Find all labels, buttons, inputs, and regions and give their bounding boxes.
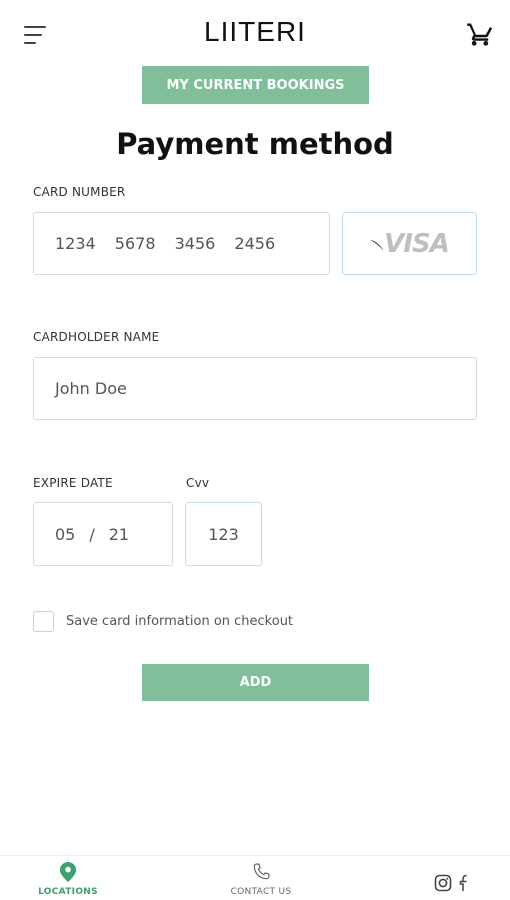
cvv-field[interactable]: 123 [185,502,262,566]
save-card-label: Save card information on checkout [66,614,294,629]
my-current-bookings-button[interactable]: MY CURRENT BOOKINGS [142,66,369,104]
instagram-icon[interactable] [434,874,452,896]
expire-date-label: EXPIRE DATE [33,476,113,490]
cvv-label: Cvv [186,476,210,490]
nav-locations[interactable]: LOCATIONS [30,862,106,897]
visa-logo: VISA [384,228,450,259]
location-pin-icon [60,862,76,886]
nav-locations-label: LOCATIONS [38,887,98,897]
brand-logo: LIITERI [204,16,306,47]
payment-method-screen: LIITERI MY CURRENT BOOKINGS Payment meth… [0,0,510,900]
phone-icon [251,863,271,886]
add-card-button[interactable]: ADD [142,664,369,701]
card-number-field[interactable]: 1234 5678 3456 2456 [33,212,330,275]
cardholder-name-label: CARDHOLDER NAME [33,330,160,344]
save-card-checkbox[interactable] [33,611,54,632]
card-brand-box: VISA [342,212,477,275]
shopping-cart-icon[interactable] [466,20,494,48]
social-links [434,874,470,896]
expire-separator: / [89,524,95,544]
app-header: LIITERI [0,0,510,60]
cardholder-name-field[interactable]: John Doe [33,357,477,420]
expire-date-field[interactable]: 05 / 21 [33,502,173,566]
card-number-label: CARD NUMBER [33,185,126,199]
nav-contact-label: CONTACT US [230,887,292,897]
expire-month: 05 [55,524,76,544]
nav-contact-us[interactable]: CONTACT US [222,862,300,897]
bottom-navigation: LOCATIONS CONTACT US [0,855,510,900]
facebook-icon[interactable] [458,874,470,896]
page-title: Payment method [116,127,394,161]
expire-year: 21 [108,524,130,544]
visa-swoosh-icon [370,237,386,251]
